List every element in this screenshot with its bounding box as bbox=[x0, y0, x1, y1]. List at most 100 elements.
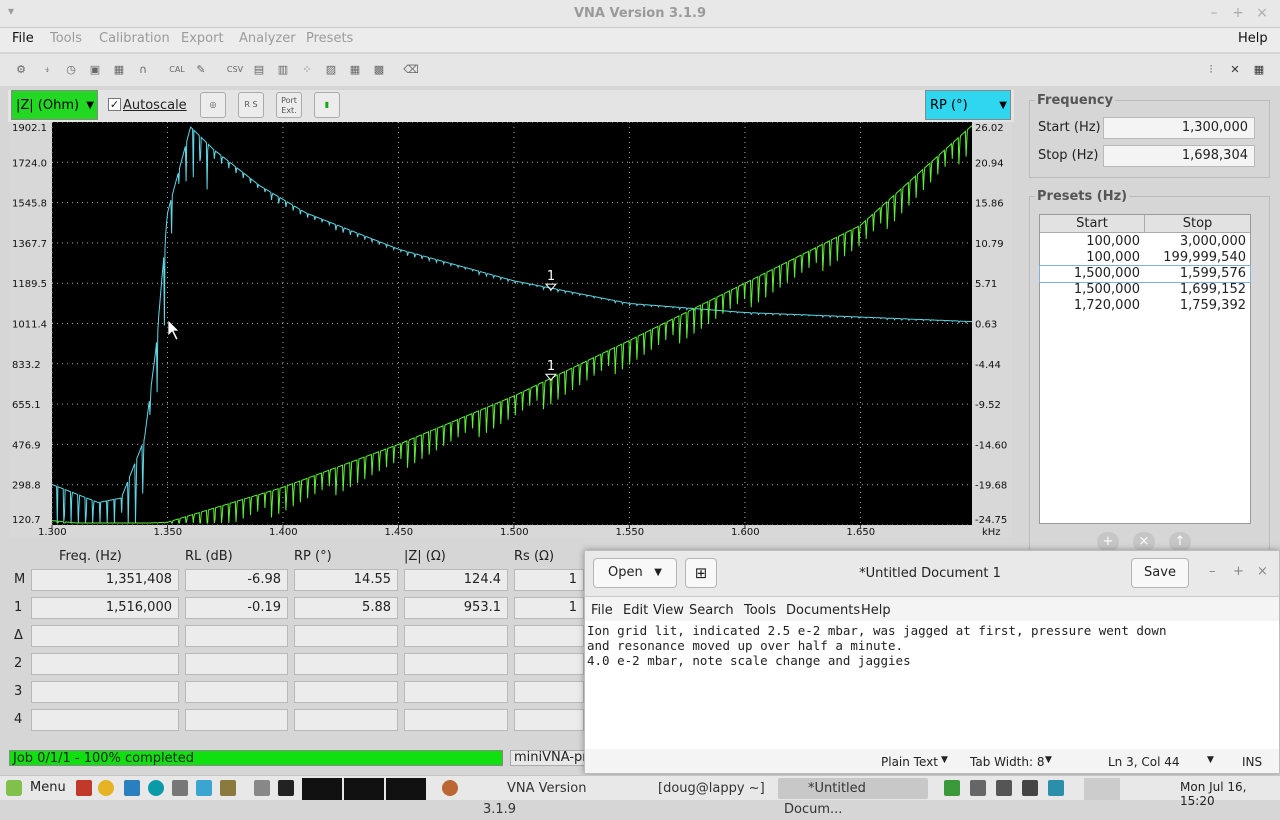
chevron-down-icon: ▼ bbox=[999, 100, 1007, 111]
menu-export[interactable]: Export bbox=[181, 31, 224, 46]
rs-button[interactable]: R S bbox=[238, 92, 264, 118]
upload-preset-icon[interactable]: ↑ bbox=[1169, 532, 1191, 552]
menu-analyzer[interactable]: Analyzer bbox=[239, 31, 296, 46]
port-ext-button[interactable]: Port Ext. bbox=[276, 92, 302, 118]
tab-width-select[interactable]: Tab Width: 8 bbox=[970, 755, 1044, 769]
tune-icon[interactable]: ⫶ bbox=[1202, 62, 1220, 78]
right-scale-select[interactable]: RP (°) ▼ bbox=[925, 90, 1011, 120]
wave-icon[interactable] bbox=[196, 780, 212, 796]
right-tick-label: 15.86 bbox=[975, 199, 1004, 210]
battery-icon[interactable]: ▮ bbox=[314, 92, 340, 118]
marker-rs-field bbox=[514, 653, 584, 675]
network-icon[interactable] bbox=[970, 780, 986, 796]
load-icon[interactable]: ✎ bbox=[192, 62, 210, 78]
antenna-icon[interactable]: ⍖ bbox=[38, 62, 56, 78]
menu-help[interactable]: Help bbox=[1238, 31, 1268, 46]
grid-icon[interactable]: ▦ bbox=[1250, 62, 1268, 78]
editor-menu-search[interactable]: Search bbox=[689, 603, 734, 618]
vna-tray-icon[interactable] bbox=[1048, 780, 1064, 796]
image-icon[interactable]: ▨ bbox=[322, 62, 340, 78]
new-tab-icon[interactable]: ⊞ bbox=[685, 558, 717, 588]
col-start[interactable]: Start bbox=[1040, 215, 1145, 233]
menu-presets[interactable]: Presets bbox=[306, 31, 353, 46]
eraser-icon[interactable]: ⌫ bbox=[402, 62, 420, 78]
menu-tools[interactable]: Tools bbox=[50, 31, 82, 46]
eye-icon[interactable] bbox=[442, 780, 458, 796]
workspace-2[interactable] bbox=[344, 778, 384, 800]
volume-icon[interactable] bbox=[996, 780, 1012, 796]
editor-menu-help[interactable]: Help bbox=[861, 603, 891, 618]
magnet-icon[interactable]: ∩ bbox=[134, 62, 152, 78]
editor-menu-documents[interactable]: Documents bbox=[786, 603, 860, 618]
marker-freq-field: 1,351,408 bbox=[31, 569, 179, 591]
right-tick-label: -14.60 bbox=[975, 440, 1007, 451]
left-scale-select[interactable]: |Z| (Ohm) ▼ bbox=[11, 90, 98, 120]
left-tick-label: 298.8 bbox=[12, 481, 41, 492]
marker-freq-field bbox=[31, 709, 179, 731]
save-icon[interactable]: ▣ bbox=[86, 62, 104, 78]
dots-icon[interactable]: ⁘ bbox=[298, 62, 316, 78]
task-terminal[interactable]: [doug@lappy ~] bbox=[628, 778, 772, 799]
editor-text-area[interactable]: Ion grid lit, indicated 2.5 e-2 mbar, wa… bbox=[585, 621, 1279, 749]
col-stop[interactable]: Stop bbox=[1145, 215, 1250, 233]
autoscale-checkbox[interactable]: ✓ bbox=[108, 98, 121, 111]
analyzer-icon[interactable]: ⚙ bbox=[12, 62, 30, 78]
close-icon[interactable]: × bbox=[1254, 5, 1270, 21]
start-freq-input[interactable]: 1,300,000 bbox=[1103, 117, 1255, 139]
editor-menu-file[interactable]: File bbox=[591, 603, 613, 618]
menu-file[interactable]: File bbox=[12, 31, 34, 46]
wrench-icon[interactable]: ✕ bbox=[1226, 62, 1244, 78]
minimize-icon[interactable]: – bbox=[1209, 564, 1216, 579]
chart-area[interactable]: 1902.1 1724.0 1545.8 1367.7 1189.5 1011.4 833.… bbox=[10, 121, 1012, 538]
marker-rp-label: 1 bbox=[547, 359, 555, 374]
maximize-icon[interactable]: + bbox=[1230, 5, 1246, 21]
menu-calibration[interactable]: Calibration bbox=[99, 31, 170, 46]
app-s-icon[interactable] bbox=[76, 780, 92, 796]
calc-icon[interactable]: ▦ bbox=[110, 62, 128, 78]
picture-icon[interactable]: ▩ bbox=[370, 62, 388, 78]
task-editor[interactable]: *Untitled Docum... bbox=[778, 778, 928, 817]
app-icon[interactable] bbox=[124, 780, 140, 796]
preset-row[interactable]: 1,500,000 1,599,576 bbox=[1039, 265, 1251, 283]
delete-preset-icon[interactable]: × bbox=[1133, 532, 1155, 552]
doc-icon[interactable]: ▥ bbox=[274, 62, 292, 78]
mode-select[interactable]: Plain Text bbox=[881, 755, 938, 769]
workspace-3[interactable] bbox=[386, 778, 426, 800]
start-menu[interactable]: Menu bbox=[30, 780, 66, 795]
workspace-1[interactable] bbox=[302, 778, 342, 800]
marker-rp-field bbox=[294, 625, 398, 647]
webcam-icon[interactable] bbox=[172, 780, 188, 796]
left-tick-label: 655.1 bbox=[12, 400, 41, 411]
screenshot-icon[interactable] bbox=[254, 780, 270, 796]
chrome-icon[interactable] bbox=[98, 780, 114, 796]
preset-row[interactable]: 100,000 199,999,540 bbox=[1040, 250, 1250, 266]
task-vna[interactable]: VNA Version 3.1.9 bbox=[477, 778, 621, 817]
gauge-icon[interactable]: ◷ bbox=[62, 62, 80, 78]
preset-row[interactable]: 1,500,000 1,699,152 bbox=[1040, 282, 1250, 298]
export-icon[interactable]: ▤ bbox=[250, 62, 268, 78]
maximize-icon[interactable]: + bbox=[1233, 564, 1244, 579]
preset-start: 1,720,000 bbox=[1073, 298, 1140, 313]
preset-row[interactable]: 100,000 3,000,000 bbox=[1040, 234, 1250, 250]
editor-menu-view[interactable]: View bbox=[653, 603, 684, 618]
smith-icon[interactable]: ◎ bbox=[200, 92, 226, 118]
minimize-icon[interactable]: – bbox=[1206, 5, 1222, 21]
editor-menu-tools[interactable]: Tools bbox=[744, 603, 776, 618]
add-preset-icon[interactable]: + bbox=[1097, 532, 1119, 552]
preset-row[interactable]: 1,720,000 1,759,392 bbox=[1040, 298, 1250, 314]
cal-icon[interactable]: CAL bbox=[168, 62, 186, 78]
open-button[interactable]: Open ▼ bbox=[593, 558, 677, 588]
terminal-icon[interactable] bbox=[278, 780, 294, 796]
shield-icon[interactable] bbox=[944, 780, 960, 796]
marker-rs-field bbox=[514, 681, 584, 703]
arduino-icon[interactable] bbox=[148, 780, 164, 796]
close-icon[interactable]: × bbox=[1257, 564, 1268, 579]
csv-icon[interactable]: CSV bbox=[226, 62, 244, 78]
cursor-position[interactable]: Ln 3, Col 44 bbox=[1108, 755, 1180, 769]
stop-freq-input[interactable]: 1,698,304 bbox=[1103, 145, 1255, 167]
terminal-folder-icon[interactable] bbox=[220, 780, 236, 796]
battery-tray-icon[interactable] bbox=[1022, 780, 1038, 796]
save-button[interactable]: Save bbox=[1131, 558, 1189, 588]
table-icon[interactable]: ▦ bbox=[346, 62, 364, 78]
editor-menu-edit[interactable]: Edit bbox=[623, 603, 648, 618]
